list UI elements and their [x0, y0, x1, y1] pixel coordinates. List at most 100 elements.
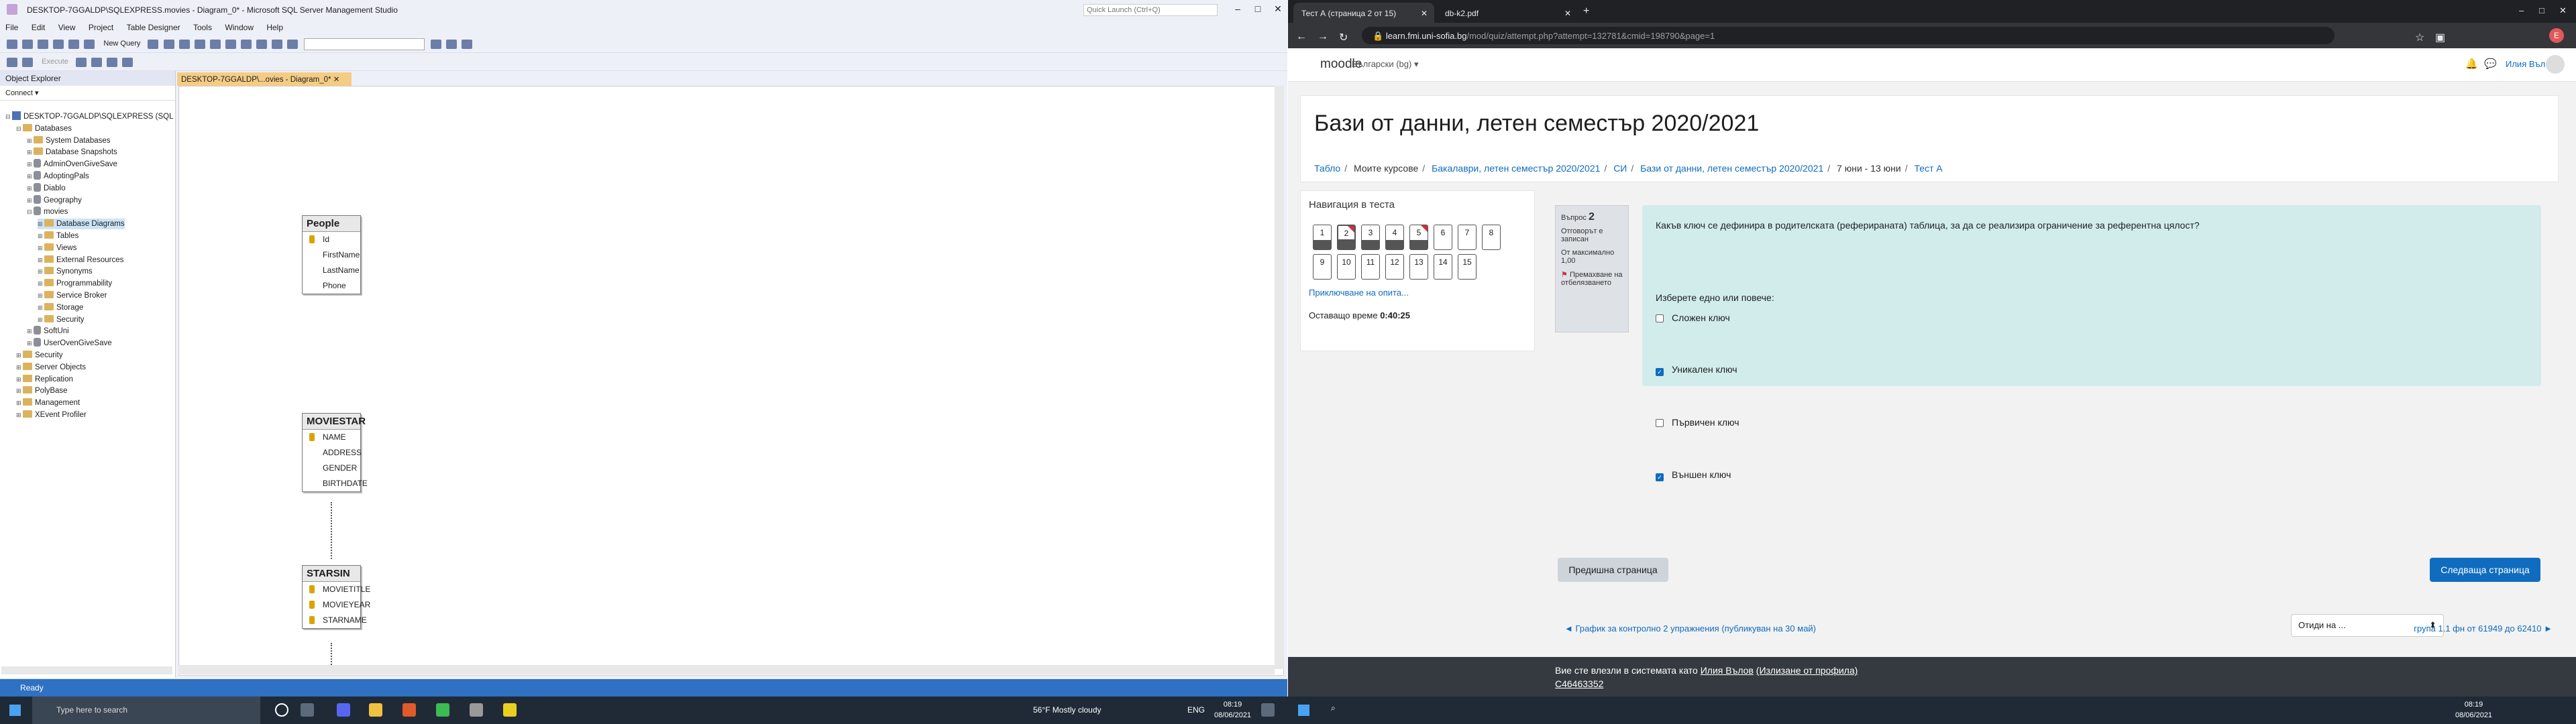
question-nav-button[interactable]: 7 — [1458, 225, 1477, 250]
tree-node[interactable]: ⊞ Storage — [38, 302, 83, 313]
expand-icon[interactable]: ⊞ — [16, 362, 23, 373]
column-row[interactable]: MOVIETITLE — [303, 582, 370, 597]
db-icon[interactable] — [22, 58, 34, 67]
expand-icon[interactable]: ⊞ — [16, 350, 23, 361]
relationship-line[interactable] — [331, 502, 333, 559]
tree-node[interactable]: ⊞ SoftUni — [27, 326, 69, 337]
question-nav-button[interactable]: 5 — [1409, 225, 1428, 250]
file-explorer-icon[interactable] — [369, 703, 382, 717]
toolbox-icon[interactable] — [462, 40, 473, 49]
tree-node[interactable]: ⊞ Tables — [38, 231, 78, 241]
new-query-button[interactable]: New Query — [103, 40, 140, 48]
question-nav-button[interactable]: 13 — [1409, 254, 1428, 280]
clock[interactable]: 08:19 08/06/2021 — [1214, 699, 1251, 721]
language-indicator[interactable]: ENG — [1187, 705, 1205, 715]
expand-icon[interactable]: ⊞ — [27, 326, 34, 337]
option-checkbox[interactable]: ✓ — [1656, 473, 1664, 481]
browser-close-icon[interactable]: ✕ — [2559, 5, 2567, 16]
menu-view[interactable]: View — [53, 20, 81, 35]
expand-icon[interactable]: ⊞ — [16, 385, 23, 396]
diagram-doc-tab[interactable]: DESKTOP-7GGALDP\...ovies - Diagram_0* ✕ — [177, 72, 352, 86]
close-icon[interactable]: ✕ — [1268, 2, 1287, 15]
question-nav-button[interactable]: 11 — [1361, 254, 1380, 280]
diagram-canvas[interactable]: People Id FirstName LastName Phone MOVIE… — [178, 86, 1284, 676]
tree-node[interactable]: ⊞ Geography — [27, 194, 82, 206]
expand-icon[interactable]: ⊞ — [27, 135, 34, 146]
column-row[interactable]: NAME — [303, 430, 360, 445]
chat-icon[interactable]: 💬 — [2484, 58, 2497, 70]
zoom-icon[interactable] — [107, 58, 118, 67]
browser-minimize-icon[interactable]: – — [2519, 5, 2524, 15]
crumb-test[interactable]: Тест А — [1915, 163, 1943, 174]
menu-edit[interactable]: Edit — [26, 20, 51, 35]
bell-icon[interactable]: 🔔 — [2465, 58, 2478, 70]
option-4[interactable]: ✓ Външен ключ — [1656, 469, 1731, 481]
tree-node[interactable]: ⊞ Security — [38, 314, 85, 325]
activity-next-link[interactable]: група 1.1 фн от 61949 до 62410 ► — [2367, 623, 2553, 634]
expand-icon[interactable]: ⊞ — [38, 278, 44, 289]
crumb-course[interactable]: Бази от данни, летен семестър 2020/2021 — [1640, 163, 1823, 174]
finish-attempt-link[interactable]: Приключване на опита... — [1309, 288, 1409, 298]
forward-icon[interactable] — [22, 40, 34, 49]
question-nav-button[interactable]: 2 — [1337, 225, 1356, 250]
weather-widget[interactable]: 56°F Mostly cloudy — [1033, 705, 1102, 715]
canvas-hscrollbar[interactable] — [178, 665, 1275, 674]
tree-node[interactable]: ⊞ Replication — [16, 374, 73, 385]
save-icon[interactable] — [68, 40, 80, 49]
copy-icon[interactable] — [225, 40, 236, 49]
tree-node[interactable]: ⊟ Databases — [16, 123, 72, 134]
undo-icon[interactable] — [256, 40, 267, 49]
back-icon[interactable] — [7, 40, 17, 49]
browser-maximize-icon[interactable]: □ — [2539, 5, 2544, 15]
debug-icon[interactable] — [287, 40, 299, 49]
tree-node[interactable]: ⊞ XEvent Profiler — [16, 410, 87, 420]
new-tab-icon[interactable]: + — [1583, 5, 1589, 17]
tab-close-icon[interactable]: ✕ — [1564, 9, 1571, 18]
menu-tools[interactable]: Tools — [188, 20, 217, 35]
logout-link[interactable]: (Излизане от профила) — [1756, 665, 1858, 676]
expand-icon[interactable]: ⊞ — [27, 338, 34, 349]
app-icon[interactable] — [402, 703, 416, 717]
question-nav-button[interactable]: 8 — [1482, 225, 1501, 250]
menu-window[interactable]: Window — [219, 20, 259, 35]
extension-icon[interactable]: ▣ — [2435, 31, 2445, 44]
back-icon[interactable]: ← — [1296, 31, 1307, 43]
expand-icon[interactable]: ⊞ — [27, 147, 34, 158]
query-icon-2[interactable] — [163, 40, 174, 49]
expand-icon[interactable]: ⊞ — [27, 159, 34, 170]
question-nav-button[interactable]: 9 — [1313, 254, 1332, 280]
expand-icon[interactable]: ⊞ — [38, 302, 44, 313]
profile-avatar[interactable]: E — [2549, 28, 2564, 43]
query-icon-3[interactable] — [178, 40, 190, 49]
language-menu[interactable]: Български (bg) ▾ — [1352, 59, 1418, 70]
open-icon[interactable] — [53, 40, 64, 49]
new-file-icon[interactable] — [38, 40, 49, 49]
question-nav-button[interactable]: 4 — [1385, 225, 1404, 250]
table-moviestar[interactable]: MOVIESTAR NAME ADDRESS GENDER BIRTHDATE — [302, 413, 368, 492]
option-2[interactable]: ✓ Уникален ключ — [1656, 364, 1737, 376]
expand-icon[interactable]: ⊞ — [27, 183, 34, 194]
column-row[interactable]: LastName — [303, 263, 360, 278]
query-icon[interactable] — [148, 40, 159, 49]
option-3[interactable]: Първичен ключ — [1656, 417, 1739, 428]
tree-node[interactable]: ⊞ Views — [38, 243, 76, 253]
query-icon-4[interactable] — [194, 40, 205, 49]
column-row[interactable]: FirstName — [303, 247, 360, 263]
question-nav-button[interactable]: 12 — [1385, 254, 1404, 280]
expand-icon[interactable]: ⊞ — [16, 410, 23, 420]
tree-node[interactable]: ⊞ Programmability — [38, 278, 112, 289]
expand-icon[interactable]: ⊞ — [27, 195, 34, 206]
table-people[interactable]: People Id FirstName LastName Phone — [302, 215, 361, 294]
taskbar-search[interactable]: Type here to search — [32, 697, 260, 724]
tree-node[interactable]: ⊞ AdminOvenGiveSave — [27, 159, 117, 170]
redo-icon[interactable] — [271, 40, 282, 49]
star-icon[interactable]: ☆ — [2415, 31, 2424, 44]
option-checkbox[interactable]: ✓ — [1656, 368, 1664, 376]
properties-icon[interactable] — [446, 40, 458, 49]
user-avatar[interactable] — [2546, 55, 2565, 74]
crumb-bachelors[interactable]: Бакалаври, летен семестър 2020/2021 — [1432, 163, 1600, 174]
tree-node[interactable]: ⊟ DESKTOP-7GGALDP\SQLEXPRESS (SQL — [5, 111, 173, 122]
column-row[interactable]: STARNAME — [303, 613, 367, 628]
crumb-si[interactable]: СИ — [1613, 163, 1627, 174]
menu-project[interactable]: Project — [83, 20, 119, 35]
